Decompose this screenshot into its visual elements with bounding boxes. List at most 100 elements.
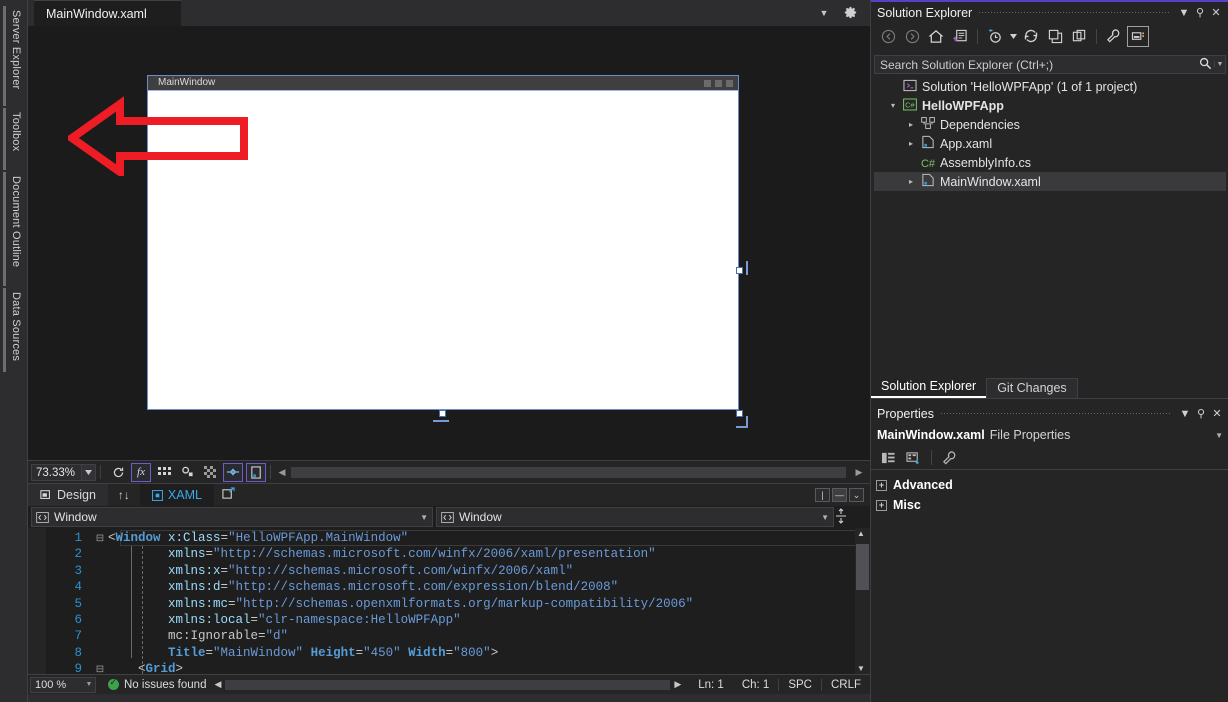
chevron-down-icon[interactable]: ▼ <box>1176 7 1192 19</box>
categorized-view-icon[interactable] <box>877 447 899 468</box>
tree-twisty[interactable]: ▸ <box>904 177 918 186</box>
rail-tab-data-sources[interactable]: Data Sources <box>3 288 25 372</box>
tree-twisty[interactable]: ▾ <box>886 101 900 110</box>
split-horizontal-icon[interactable]: — <box>832 488 847 502</box>
arrow-right-icon[interactable]: ▶ <box>674 679 681 690</box>
expander-icon[interactable]: + <box>876 480 887 491</box>
show-all-files-icon[interactable] <box>1068 26 1090 47</box>
resize-handle-bottom[interactable] <box>439 410 446 417</box>
solution-tree[interactable]: Solution 'HelloWPFApp' (1 of 1 project) … <box>874 77 1226 373</box>
arrow-left-icon[interactable]: ◀ <box>214 679 221 690</box>
code-line[interactable]: 2 xmlns="http://schemas.microsoft.com/wi… <box>46 546 693 562</box>
tree-node-mainwindow-xaml[interactable]: ▸ MainWindow.xaml <box>874 172 1226 191</box>
tree-twisty[interactable]: ▸ <box>904 120 918 129</box>
transparency-grid-icon[interactable] <box>200 463 220 482</box>
design-maximize-button[interactable] <box>715 80 722 87</box>
status-line-endings[interactable]: CRLF <box>821 679 870 691</box>
chevron-down-icon[interactable]: ▼ <box>1215 431 1223 440</box>
chevron-down-icon[interactable]: ▼ <box>821 513 829 522</box>
document-tab-mainwindow-xaml[interactable]: MainWindow.xaml <box>34 0 181 26</box>
pin-icon[interactable]: ⚲ <box>1193 407 1209 420</box>
tab-solution-explorer[interactable]: Solution Explorer <box>871 377 986 398</box>
issues-status[interactable]: No issues found <box>108 679 206 691</box>
properties-object-selector[interactable]: MainWindow.xaml File Properties ▼ <box>871 424 1228 446</box>
design-minimize-button[interactable] <box>704 80 711 87</box>
swap-panes-icon[interactable]: ↑↓ <box>108 488 140 502</box>
property-category-advanced[interactable]: + Advanced <box>871 475 1228 495</box>
disable-project-code-icon[interactable] <box>246 463 266 482</box>
home-icon[interactable] <box>925 26 947 47</box>
chevron-down-icon[interactable]: ▼ <box>420 513 428 522</box>
pin-icon[interactable]: ⚲ <box>1192 6 1208 19</box>
forward-icon[interactable] <box>901 26 923 47</box>
fx-icon[interactable]: fx <box>131 463 151 482</box>
editor-horizontal-scrollbar[interactable]: ◀ ▶ <box>214 679 681 690</box>
back-icon[interactable] <box>877 26 899 47</box>
pop-out-xaml-icon[interactable] <box>214 487 243 503</box>
snap-to-gridlines-icon[interactable] <box>223 463 243 482</box>
rail-tab-toolbox[interactable]: Toolbox <box>3 108 25 170</box>
close-icon[interactable]: ✕ <box>1209 407 1225 420</box>
resize-handle-corner[interactable] <box>736 410 743 417</box>
alphabetical-view-icon[interactable] <box>902 447 924 468</box>
designer-zoom-combobox[interactable]: 73.33% <box>31 464 96 481</box>
collapse-all-icon[interactable] <box>1044 26 1066 47</box>
code-line[interactable]: 1⊟<Window x:Class="HelloWPFApp.MainWindo… <box>46 530 693 546</box>
editor-scroll-thumb[interactable] <box>856 544 869 590</box>
xaml-code-editor[interactable]: 1⊟<Window x:Class="HelloWPFApp.MainWindo… <box>28 528 870 674</box>
resize-handle-right[interactable] <box>736 267 743 274</box>
sync-dropdown-icon[interactable] <box>1008 26 1018 47</box>
designer-horizontal-scrollbar[interactable] <box>291 467 846 478</box>
chevron-down-icon[interactable] <box>81 465 95 480</box>
arrow-right-icon[interactable]: ▶ <box>852 467 866 478</box>
pending-changes-icon[interactable] <box>949 26 971 47</box>
preview-selected-items-icon[interactable] <box>1127 26 1149 47</box>
tab-xaml[interactable]: XAML <box>140 484 214 507</box>
tree-node-solution[interactable]: Solution 'HelloWPFApp' (1 of 1 project) <box>874 77 1226 96</box>
search-icon[interactable] <box>1196 57 1214 73</box>
refresh-icon[interactable] <box>1020 26 1042 47</box>
tree-node-dependencies[interactable]: ▸ Dependencies <box>874 115 1226 134</box>
refresh-icon[interactable] <box>108 463 128 482</box>
artboard-icon[interactable] <box>177 463 197 482</box>
rail-tab-server-explorer[interactable]: Server Explorer <box>3 6 25 106</box>
tab-design[interactable]: Design <box>28 484 108 507</box>
split-editor-icon[interactable] <box>834 508 848 527</box>
code-line[interactable]: 8 Title="MainWindow" Height="450" Width=… <box>46 645 693 661</box>
close-icon[interactable]: ✕ <box>1208 6 1224 19</box>
properties-icon[interactable] <box>1103 26 1125 47</box>
property-category-misc[interactable]: + Misc <box>871 495 1228 515</box>
arrow-down-icon[interactable]: ▼ <box>857 664 865 673</box>
editor-hscroll-track[interactable] <box>225 680 670 690</box>
navbar-right-dropdown[interactable]: Window ▼ <box>436 507 834 527</box>
tree-node-project-hellowpfapp[interactable]: ▾ C# HelloWPFApp <box>874 96 1226 115</box>
code-line[interactable]: 6 xmlns:local="clr-namespace:HelloWPFApp… <box>46 612 693 628</box>
tab-git-changes[interactable]: Git Changes <box>986 378 1077 398</box>
sync-with-active-document-icon[interactable] <box>984 26 1006 47</box>
code-line[interactable]: 9⊟ <Grid> <box>46 661 693 674</box>
gear-icon[interactable] <box>843 5 858 23</box>
editor-zoom-combobox[interactable]: 100 % ▼ <box>30 677 96 693</box>
grid-icon[interactable] <box>154 463 174 482</box>
chevron-down-icon[interactable]: ▼ <box>818 8 830 18</box>
chevron-down-icon[interactable]: ▼ <box>1177 408 1193 420</box>
search-solution-explorer-input[interactable]: Search Solution Explorer (Ctrl+;) ▼ <box>874 55 1226 74</box>
property-pages-icon[interactable] <box>939 447 961 468</box>
xaml-designer-surface[interactable]: MainWindow <box>28 26 870 460</box>
tree-node-app-xaml[interactable]: ▸ App.xaml <box>874 134 1226 153</box>
arrow-up-icon[interactable]: ▲ <box>857 529 865 538</box>
chevron-down-icon[interactable]: ▼ <box>1214 61 1225 68</box>
code-line[interactable]: 3 xmlns:x="http://schemas.microsoft.com/… <box>46 563 693 579</box>
code-line[interactable]: 4 xmlns:d="http://schemas.microsoft.com/… <box>46 579 693 595</box>
rail-tab-document-outline[interactable]: Document Outline <box>3 172 25 286</box>
chevron-down-icon[interactable]: ▼ <box>83 681 95 688</box>
fold-toggle-icon[interactable]: ⊟ <box>92 663 108 674</box>
design-close-button[interactable] <box>726 80 733 87</box>
status-indent[interactable]: SPC <box>778 679 821 691</box>
expander-icon[interactable]: + <box>876 500 887 511</box>
tree-twisty[interactable]: ▸ <box>904 139 918 148</box>
collapse-pane-icon[interactable]: ⌄ <box>849 488 864 502</box>
split-vertical-icon[interactable]: | <box>815 488 830 502</box>
navbar-left-dropdown[interactable]: Window ▼ <box>31 507 433 527</box>
editor-vertical-scrollbar[interactable]: ▲ ▼ <box>855 528 870 674</box>
